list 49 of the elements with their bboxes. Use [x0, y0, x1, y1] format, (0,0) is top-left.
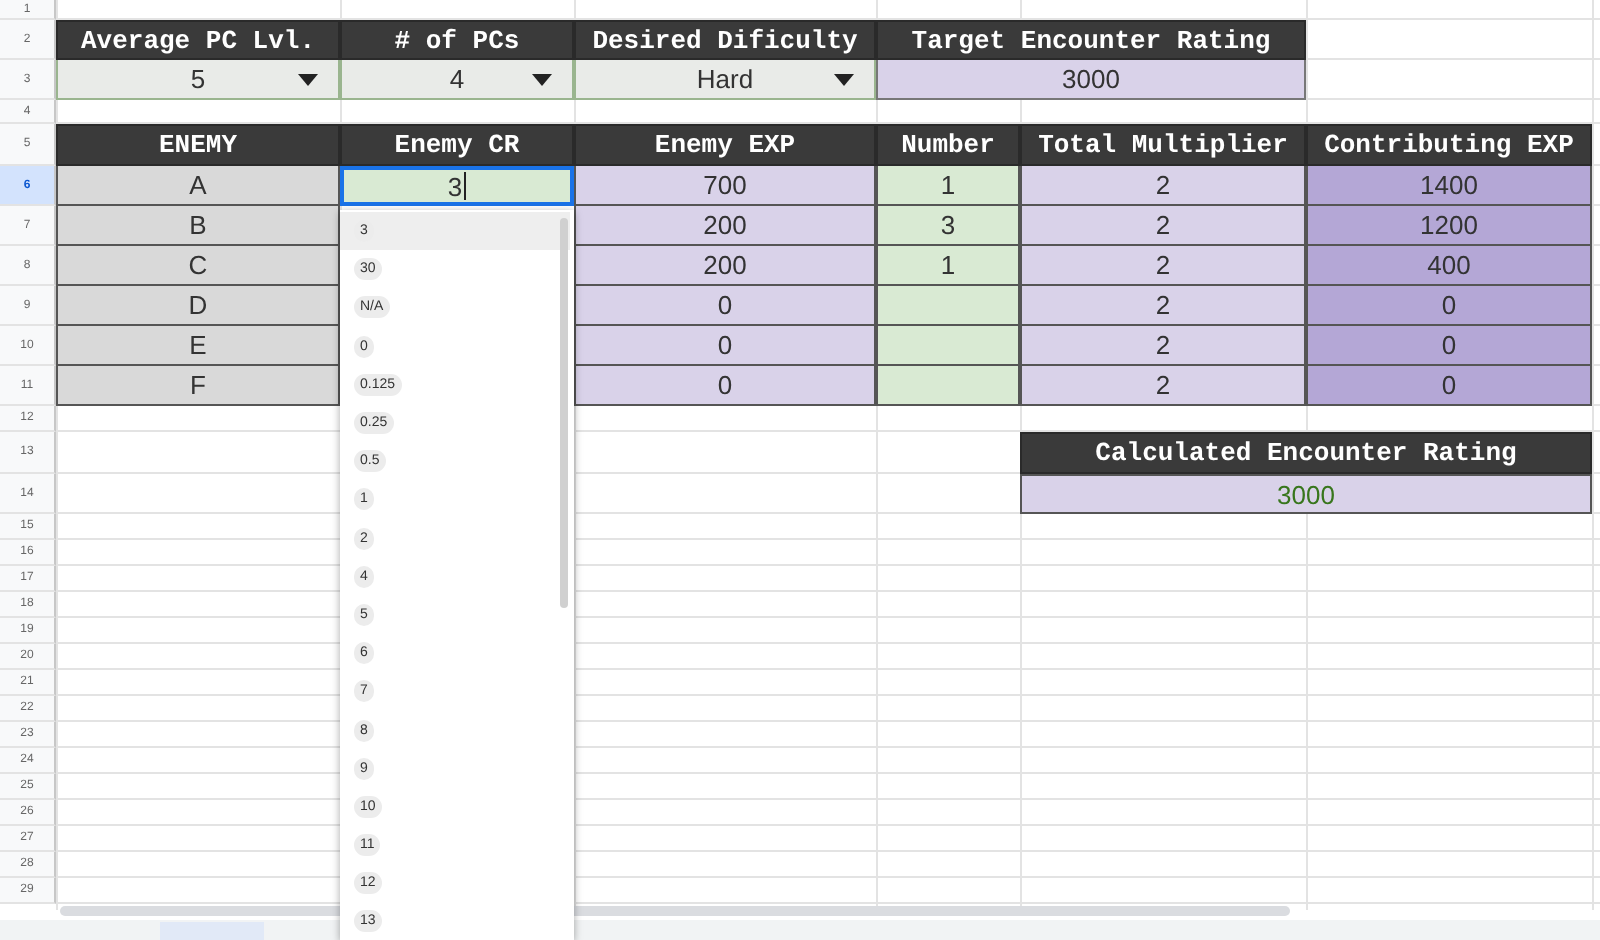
column-header: Target Encounter Rating: [876, 20, 1306, 60]
table-cell: 3000: [876, 60, 1306, 100]
table-cell: 0: [1306, 326, 1592, 366]
caret-icon: [834, 74, 854, 86]
table-cell: 0: [574, 366, 876, 406]
table-cell: 1200: [1306, 206, 1592, 246]
caret-icon: [298, 74, 318, 86]
cell-editor[interactable]: 3: [340, 166, 574, 206]
table-cell: 2: [1020, 366, 1306, 406]
table-cell: 1: [876, 166, 1020, 206]
table-cell: 0: [1306, 286, 1592, 326]
table-cell: 1400: [1306, 166, 1592, 206]
scrollbar[interactable]: [560, 218, 568, 608]
table-cell: 400: [1306, 246, 1592, 286]
caret-icon: [532, 74, 552, 86]
sheet-tab[interactable]: [160, 922, 264, 940]
table-cell: 700: [574, 166, 876, 206]
table-cell: A: [56, 166, 340, 206]
table-cell: 0: [1306, 366, 1592, 406]
table-cell: 2: [1020, 166, 1306, 206]
column-header: Enemy EXP: [574, 124, 876, 166]
column-header: ENEMY: [56, 124, 340, 166]
column-header: Average PC Lvl.: [56, 20, 340, 60]
column-header: Total Multiplier: [1020, 124, 1306, 166]
column-header: Contributing EXP: [1306, 124, 1592, 166]
table-cell: 3: [876, 206, 1020, 246]
dropdown-cell[interactable]: 4: [340, 60, 574, 100]
table-cell: D: [56, 286, 340, 326]
table-cell: 1: [876, 246, 1020, 286]
column-header: Calculated Encounter Rating: [1020, 432, 1592, 474]
column-header: Number: [876, 124, 1020, 166]
table-cell: 0: [574, 286, 876, 326]
dropdown-cell[interactable]: 5: [56, 60, 340, 100]
table-cell: 200: [574, 246, 876, 286]
table-cell: 0: [574, 326, 876, 366]
column-header: Desired Dificulty: [574, 20, 876, 60]
table-cell: 200: [574, 206, 876, 246]
table-cell: 3000: [1020, 474, 1592, 514]
table-cell: 2: [1020, 206, 1306, 246]
table-cell: B: [56, 206, 340, 246]
table-cell: 2: [1020, 326, 1306, 366]
table-cell: F: [56, 366, 340, 406]
dropdown-cell[interactable]: Hard: [574, 60, 876, 100]
table-cell: 2: [1020, 246, 1306, 286]
table-cell: E: [56, 326, 340, 366]
table-cell: C: [56, 246, 340, 286]
table-cell: 2: [1020, 286, 1306, 326]
column-header: Enemy CR: [340, 124, 574, 166]
column-header: # of PCs: [340, 20, 574, 60]
